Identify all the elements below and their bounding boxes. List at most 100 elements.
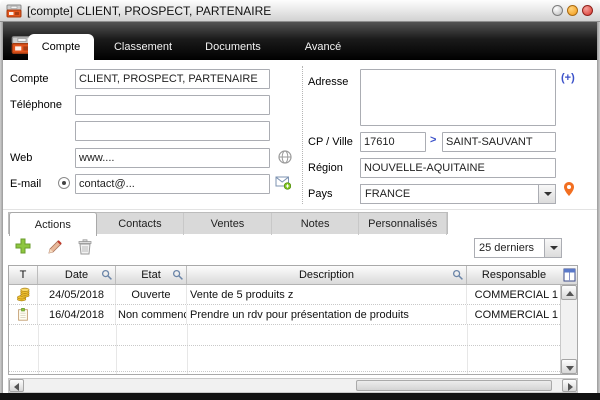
telephone-input[interactable] — [75, 95, 270, 115]
search-icon[interactable] — [172, 269, 184, 281]
horizontal-scrollbar[interactable] — [8, 378, 578, 393]
app-window: [compte] CLIENT, PROSPECT, PARTENAIRE Co… — [0, 0, 600, 400]
row-etat-cell: Ouverte — [116, 285, 187, 304]
filter-select-value: 25 derniers — [479, 242, 534, 254]
column-header-date[interactable]: Date — [38, 266, 116, 284]
row-date-cell: 24/05/2018 — [38, 285, 116, 304]
edit-icon[interactable] — [46, 238, 64, 256]
tab-personnalises-label: Personnalisés — [368, 218, 437, 230]
tab-classement[interactable]: Classement — [98, 34, 188, 60]
adresse-textarea[interactable] — [360, 69, 556, 126]
clipboard-note-icon — [16, 307, 30, 322]
tab-contacts-label: Contacts — [118, 218, 161, 230]
filter-select[interactable]: 25 derniers — [474, 238, 562, 258]
add-icon[interactable] — [14, 237, 32, 255]
pays-select[interactable]: FRANCE — [360, 184, 556, 204]
ville-input[interactable] — [442, 132, 556, 152]
pays-select-arrow[interactable] — [538, 185, 555, 203]
tab-contacts[interactable]: Contacts — [97, 213, 185, 235]
tab-ventes[interactable]: Ventes — [184, 213, 272, 235]
compte-input[interactable] — [75, 69, 270, 89]
column-header-etat[interactable]: Etat — [116, 266, 187, 284]
region-input[interactable] — [360, 158, 556, 178]
row-description-cell: Prendre un rdv pour présentation de prod… — [187, 305, 467, 324]
column-header-date-label: Date — [65, 269, 88, 281]
email-input[interactable] — [75, 174, 270, 194]
telephone-label: Téléphone — [10, 99, 62, 111]
grid-line — [187, 325, 188, 374]
row-responsable-cell: COMMERCIAL 1 — [467, 285, 562, 304]
column-header-description-label: Description — [299, 269, 354, 281]
vertical-scrollbar[interactable] — [560, 285, 577, 374]
table-row[interactable]: 16/04/2018 Non commencée Prendre un rdv … — [9, 305, 562, 325]
tab-personnalises[interactable]: Personnalisés — [359, 213, 447, 235]
grid-line — [116, 325, 117, 374]
email-add-icon[interactable] — [275, 174, 291, 190]
cp-to-ville-link[interactable]: > — [430, 134, 436, 146]
tab-actions[interactable]: Actions — [9, 212, 97, 236]
scroll-down-button[interactable] — [561, 359, 577, 374]
app-icon — [6, 3, 22, 19]
titlebar: [compte] CLIENT, PROSPECT, PARTENAIRE — [0, 0, 600, 22]
scroll-right-button[interactable] — [562, 379, 577, 392]
column-header-type[interactable]: T — [9, 266, 38, 284]
row-description-cell: Vente de 5 produits z — [187, 285, 467, 304]
compte-label: Compte — [10, 73, 49, 85]
tab-notes-label: Notes — [301, 218, 330, 230]
tab-avance[interactable]: Avancé — [278, 34, 368, 60]
tab-classement-label: Classement — [114, 41, 172, 53]
grid-line — [467, 325, 468, 374]
window-frame-bottom — [0, 393, 600, 400]
table-header: T Date Etat Description Responsable — [9, 266, 577, 285]
compte-panel: Compte Téléphone Web E-mail Adresse (+) … — [3, 60, 597, 393]
close-button[interactable] — [582, 5, 593, 16]
grid-line — [38, 325, 39, 374]
window-title: [compte] CLIENT, PROSPECT, PARTENAIRE — [27, 4, 271, 18]
pays-select-value: FRANCE — [365, 188, 410, 200]
tab-compte[interactable]: Compte — [28, 34, 94, 60]
column-header-responsable[interactable]: Responsable — [467, 266, 561, 284]
table-row[interactable]: 24/05/2018 Ouverte Vente de 5 produits z… — [9, 285, 562, 305]
pays-label: Pays — [308, 188, 332, 200]
telephone2-input[interactable] — [75, 121, 270, 141]
tab-documents-label: Documents — [205, 41, 261, 53]
form-column-divider — [302, 66, 303, 204]
row-type-cell — [9, 305, 38, 324]
cp-input[interactable] — [360, 132, 426, 152]
row-responsable-cell: COMMERCIAL 1 — [467, 305, 562, 324]
tab-compte-label: Compte — [42, 41, 81, 53]
search-icon[interactable] — [101, 269, 113, 281]
region-label: Région — [308, 162, 343, 174]
column-header-etat-label: Etat — [141, 269, 161, 281]
globe-icon[interactable] — [277, 149, 293, 165]
web-input[interactable] — [75, 148, 270, 168]
scroll-up-button[interactable] — [561, 285, 577, 300]
map-pin-icon[interactable] — [561, 181, 577, 197]
row-type-cell — [9, 285, 38, 304]
adresse-label: Adresse — [308, 76, 348, 88]
tab-documents[interactable]: Documents — [188, 34, 278, 60]
gold-coins-icon — [16, 287, 31, 302]
tab-actions-label: Actions — [35, 219, 71, 231]
delete-icon[interactable] — [76, 238, 94, 256]
column-header-type-label: T — [20, 269, 27, 281]
email-radio[interactable] — [58, 177, 70, 189]
columns-icon[interactable] — [561, 266, 577, 284]
add-address-link[interactable]: (+) — [561, 72, 575, 84]
email-label: E-mail — [10, 178, 41, 190]
sub-tabbar: Actions Contacts Ventes Notes Personnali… — [8, 212, 448, 234]
scroll-left-button[interactable] — [9, 379, 24, 392]
scrollbar-thumb[interactable] — [356, 380, 552, 391]
actions-table: T Date Etat Description Responsable — [8, 265, 578, 375]
grid-line — [9, 345, 562, 346]
row-date-cell: 16/04/2018 — [38, 305, 116, 324]
search-icon[interactable] — [452, 269, 464, 281]
minimize-button[interactable] — [552, 5, 563, 16]
main-tabbar: Compte Classement Documents Avancé — [0, 22, 600, 60]
tab-notes[interactable]: Notes — [272, 213, 360, 235]
maximize-button[interactable] — [567, 5, 578, 16]
column-header-responsable-label: Responsable — [482, 269, 546, 281]
column-header-description[interactable]: Description — [187, 266, 467, 284]
tab-avance-label: Avancé — [305, 41, 342, 53]
filter-select-arrow[interactable] — [544, 239, 561, 257]
